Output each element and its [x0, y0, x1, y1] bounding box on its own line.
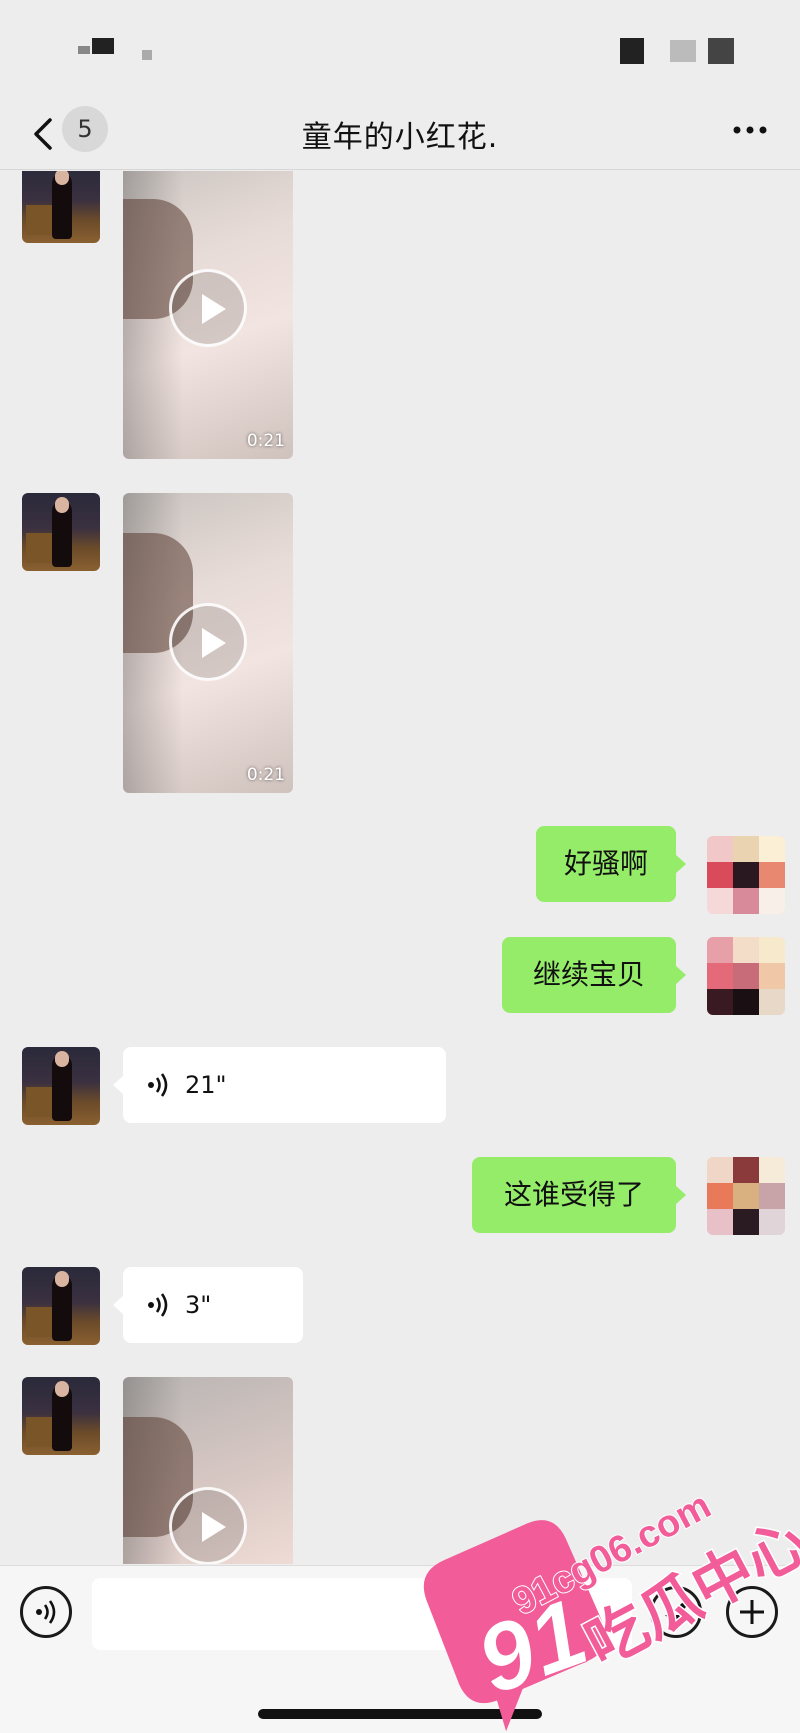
nav-bar: 5 童年的小红花.	[0, 100, 800, 170]
voice-icon	[36, 1600, 56, 1624]
voice-icon	[148, 1073, 168, 1097]
video-duration: 0:21	[246, 765, 285, 785]
play-icon[interactable]	[169, 269, 247, 347]
contact-avatar[interactable]	[22, 493, 100, 571]
video-message[interactable]: 0:21	[123, 171, 293, 459]
play-icon[interactable]	[169, 1487, 247, 1564]
self-text-message[interactable]: 好骚啊	[536, 826, 686, 902]
status-bar	[0, 0, 800, 100]
battery-icon	[708, 38, 734, 64]
self-text-message[interactable]: 这谁受得了	[472, 1157, 686, 1233]
input-bar	[0, 1565, 800, 1733]
message-input[interactable]	[92, 1578, 632, 1650]
video-message[interactable]	[123, 1377, 293, 1564]
emoji-icon	[665, 1603, 687, 1621]
more-functions-button[interactable]	[726, 1586, 778, 1638]
more-icon[interactable]	[732, 120, 768, 140]
status-time-mosaic	[78, 46, 90, 54]
voice-icon	[148, 1293, 168, 1317]
chat-title: 童年的小红花.	[301, 120, 499, 155]
self-avatar[interactable]	[707, 836, 785, 914]
status-time-mosaic	[92, 38, 114, 54]
contact-avatar[interactable]	[22, 1377, 100, 1455]
wifi-icon	[670, 40, 696, 62]
emoji-button[interactable]	[650, 1586, 702, 1638]
video-duration: 0:21	[246, 431, 285, 451]
play-icon[interactable]	[169, 603, 247, 681]
contact-avatar[interactable]	[22, 171, 100, 243]
plus-icon	[740, 1600, 764, 1624]
self-avatar[interactable]	[707, 1157, 785, 1235]
voice-length: 3"	[185, 1291, 212, 1319]
contact-avatar[interactable]	[22, 1047, 100, 1125]
chat-message-list[interactable]: 0:21 0:21 好骚啊 继续宝贝 21" 这谁受得了 3"	[0, 171, 800, 1564]
home-indicator	[258, 1709, 542, 1719]
contact-avatar[interactable]	[22, 1267, 100, 1345]
voice-message[interactable]: 3"	[113, 1267, 303, 1343]
self-avatar[interactable]	[707, 937, 785, 1015]
voice-length: 21"	[185, 1071, 227, 1099]
signal-icon	[620, 38, 644, 64]
voice-message[interactable]: 21"	[113, 1047, 446, 1123]
status-time-mosaic	[142, 50, 152, 60]
self-text-message[interactable]: 继续宝贝	[502, 937, 686, 1013]
voice-input-button[interactable]	[20, 1586, 72, 1638]
video-message[interactable]: 0:21	[123, 493, 293, 793]
